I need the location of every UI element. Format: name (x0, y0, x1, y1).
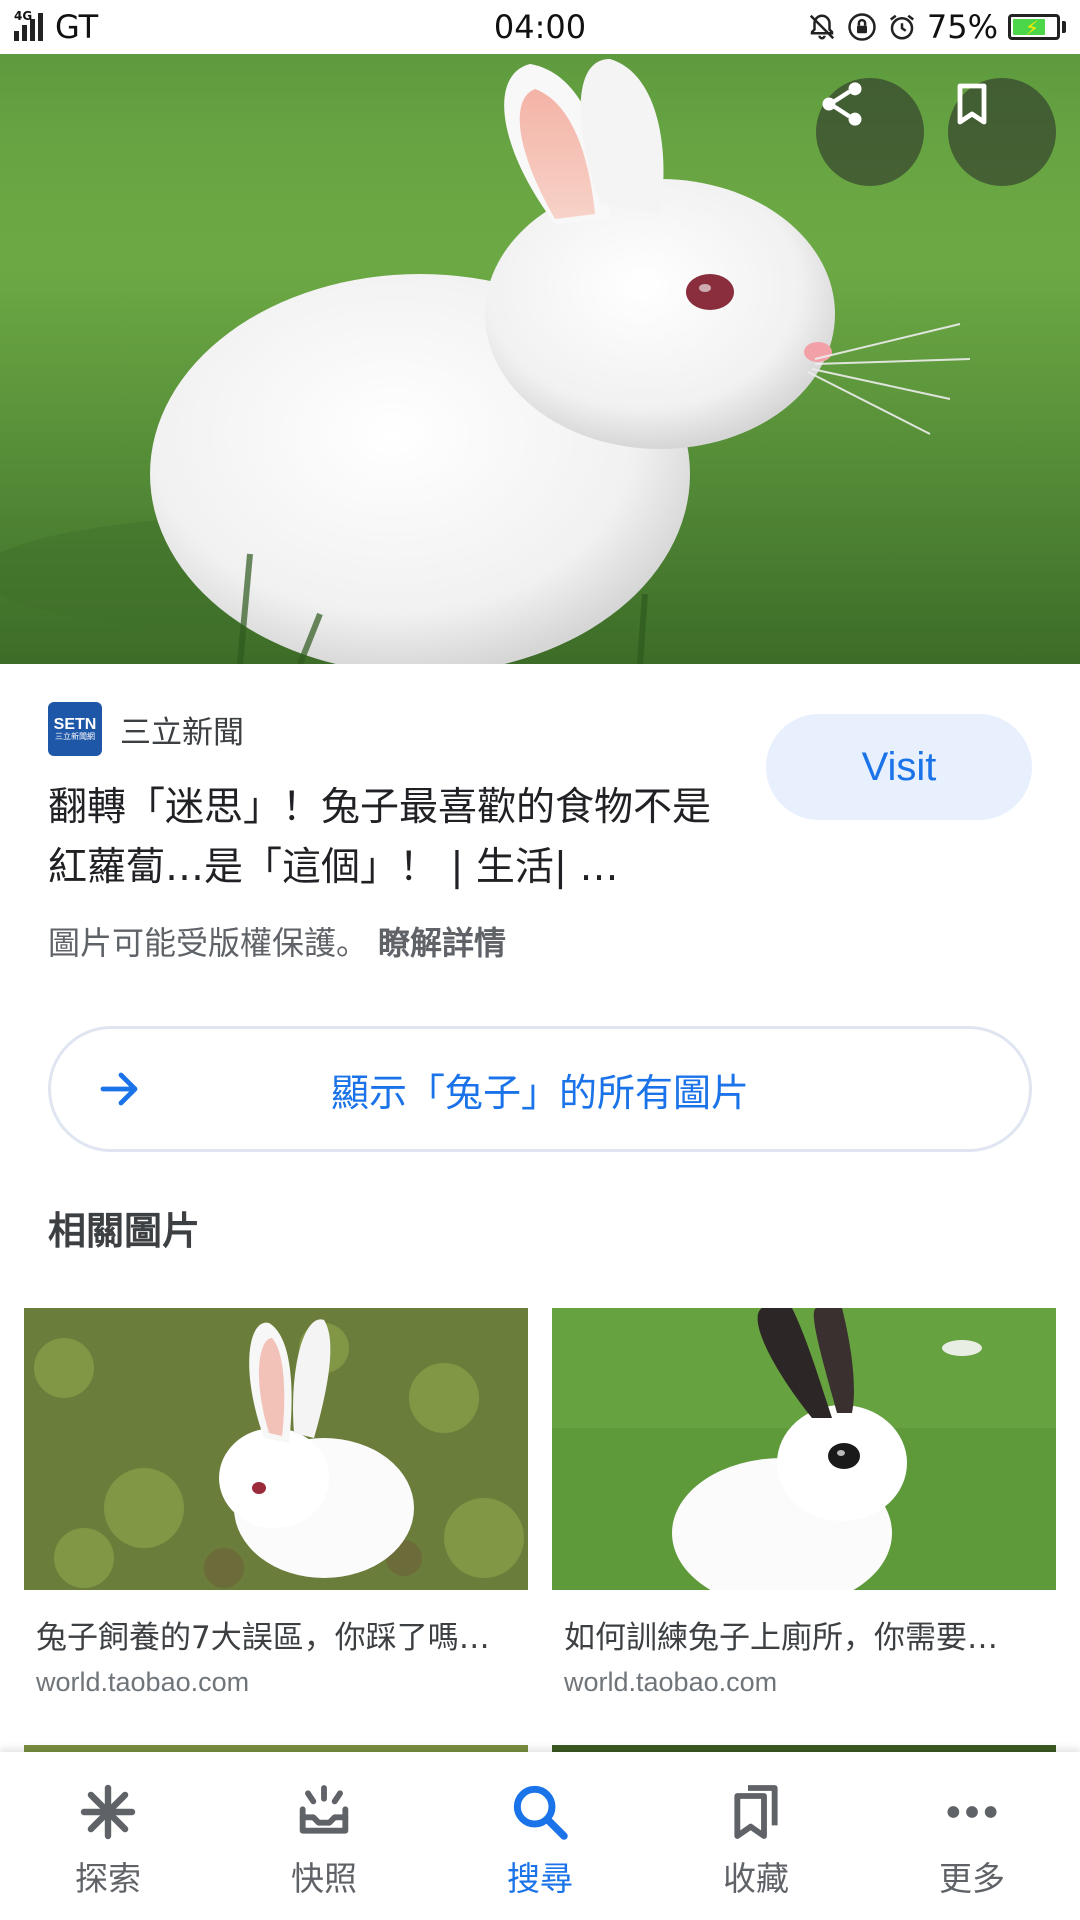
share-button[interactable] (816, 78, 924, 186)
related-card[interactable]: 兔子飼養的7大誤區，你踩了嗎… world.taobao.com (24, 1308, 528, 1698)
source-logo: SETN 三立新聞網 (48, 702, 102, 756)
battery-icon: ⚡ (1008, 14, 1066, 40)
related-image (552, 1308, 1056, 1590)
asterisk-icon (80, 1784, 136, 1840)
arrow-right-icon (100, 1072, 138, 1106)
collections-icon (734, 1785, 778, 1839)
search-icon (513, 1785, 568, 1840)
status-bar: 4G GT 04:00 75% ⚡ (0, 0, 1080, 54)
nav-label: 搜尋 (507, 1859, 573, 1898)
related-url: world.taobao.com (564, 1667, 778, 1697)
nav-label: 探索 (75, 1859, 141, 1898)
nav-snapshot[interactable]: 快照 (234, 1752, 414, 1900)
more-icon (947, 1806, 997, 1818)
battery-percent: 75% (926, 8, 998, 46)
nav-label: 收藏 (723, 1859, 789, 1898)
related-title: 兔子飼養的7大誤區，你踩了嗎… (36, 1620, 490, 1656)
related-image (24, 1308, 528, 1590)
status-right: 75% ⚡ (807, 8, 1066, 46)
bottom-navigation: 探索 快照 搜尋 收藏 更多 (0, 1752, 1080, 1920)
nav-collections[interactable]: 收藏 (666, 1752, 846, 1900)
nav-search[interactable]: 搜尋 (450, 1752, 630, 1900)
copyright-notice: 圖片可能受版權保護。 瞭解詳情 (48, 918, 506, 964)
bookmark-icon (957, 83, 987, 125)
save-button[interactable] (948, 78, 1056, 186)
related-heading: 相關圖片 (48, 1209, 201, 1253)
nav-label: 更多 (939, 1859, 1005, 1898)
main-image[interactable] (0, 54, 1080, 664)
alarm-icon (889, 14, 914, 40)
source-row[interactable]: SETN 三立新聞網 三立新聞 (48, 702, 244, 756)
related-url: world.taobao.com (36, 1667, 250, 1697)
share-icon (822, 82, 862, 126)
visit-button[interactable]: Visit (766, 714, 1032, 820)
rotation-lock-icon (848, 13, 876, 41)
related-title: 如何訓練兔子上廁所，你需要… (564, 1620, 998, 1656)
show-all-images-button[interactable]: 顯示「兔子」的所有圖片 (48, 1026, 1032, 1152)
nav-discover[interactable]: 探索 (18, 1752, 198, 1900)
copyright-text: 圖片可能受版權保護。 (48, 924, 369, 962)
nav-label: 快照 (291, 1859, 357, 1898)
result-title[interactable]: 翻轉「迷思」！兔子最喜歡的食物不是紅蘿蔔…是「這個」！ | 生活| … (48, 778, 728, 898)
nav-more[interactable]: 更多 (882, 1752, 1062, 1900)
silent-bell-icon (809, 14, 835, 40)
image-viewer-page: 4G GT 04:00 75% ⚡ SETN 三立新聞網 三立新聞 Visit … (0, 0, 1080, 1920)
learn-more-link[interactable]: 瞭解詳情 (378, 924, 506, 962)
show-all-label: 顯示「兔子」的所有圖片 (330, 1070, 749, 1115)
snapshot-icon (299, 1785, 349, 1834)
source-name: 三立新聞 (120, 714, 244, 751)
related-card[interactable]: 如何訓練兔子上廁所，你需要… world.taobao.com (552, 1308, 1056, 1698)
